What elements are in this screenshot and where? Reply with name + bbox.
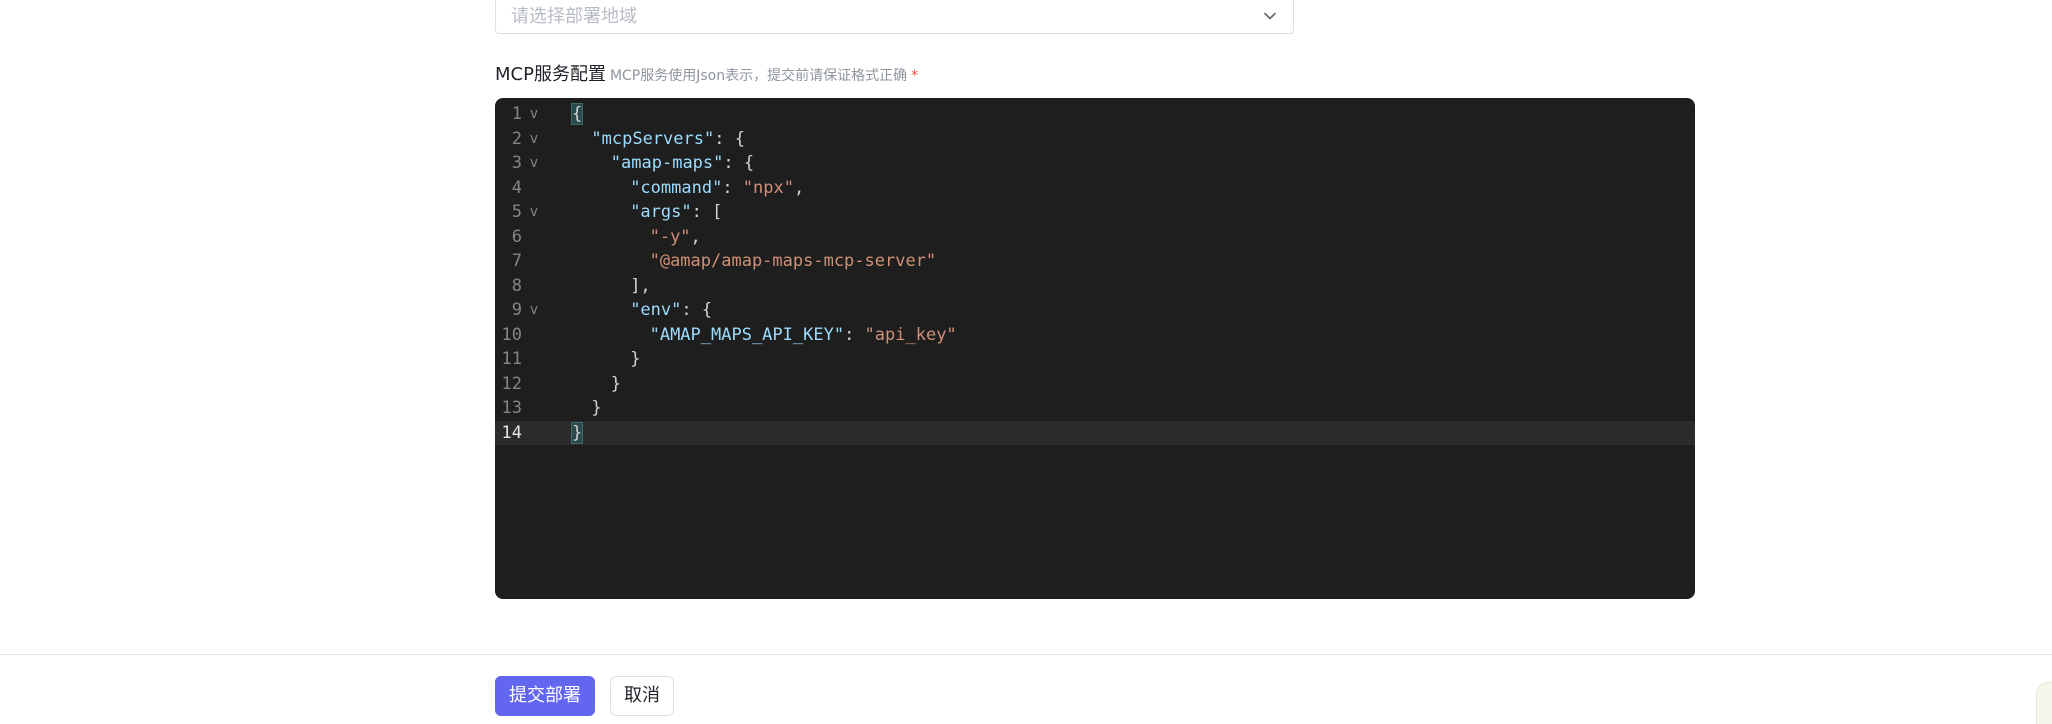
code-line[interactable]: 3 v "amap-maps": { (495, 151, 1695, 176)
code-token: : (844, 324, 865, 345)
line-number: 2 (511, 128, 522, 149)
code-token: "api_key" (864, 324, 957, 345)
code-text: } (611, 372, 621, 397)
region-select[interactable]: 请选择部署地域 (495, 0, 1294, 34)
line-number: 13 (501, 398, 522, 418)
code-line[interactable]: 7 "@amap/amap-maps-mcp-server" (495, 249, 1695, 274)
code-text: "AMAP_MAPS_API_KEY": "api_key" (650, 323, 957, 348)
footer-divider (0, 654, 2052, 655)
line-number: 5 (511, 202, 522, 222)
required-mark: * (911, 68, 919, 84)
code-line[interactable]: 5 v "args": [ (495, 200, 1695, 225)
code-line[interactable]: 11} (495, 347, 1695, 372)
code-token: : { (723, 153, 755, 173)
code-token: } (630, 349, 641, 369)
code-text: } (591, 396, 601, 421)
deploy-form-page: 请选择部署地域 MCP服务配置 MCP服务使用Json表示，提交前请保证格式正确 *… (0, 0, 2052, 724)
chevron-down-icon (1264, 12, 1276, 20)
code-line[interactable]: 10 "AMAP_MAPS_API_KEY": "api_key" (495, 323, 1695, 348)
code-text: "command": "npx", (630, 176, 804, 201)
mcp-config-title: MCP服务配置 (495, 64, 606, 85)
code-token: , (793, 177, 805, 198)
code-token: , (690, 226, 701, 247)
code-token: { (570, 103, 584, 125)
line-number: 8 (511, 275, 522, 296)
code-token: } (591, 398, 602, 418)
line-number: 7 (511, 251, 522, 271)
json-code-editor[interactable]: 1 v{2 v "mcpServers": {3 v "amap-maps": {4 "co… (495, 98, 1695, 599)
code-line[interactable]: 9 v "env": { (495, 298, 1695, 323)
code-line[interactable]: 12} (495, 372, 1695, 397)
line-number: 3 (511, 153, 522, 173)
line-number: 12 (501, 373, 522, 394)
code-text: "@amap/amap-maps-mcp-server" (650, 249, 937, 274)
code-line[interactable]: 8], (495, 274, 1695, 299)
code-token: ], (630, 275, 651, 296)
code-token: } (610, 373, 622, 394)
floating-assistant-widget[interactable] (2036, 682, 2052, 724)
code-text: ], (630, 274, 650, 299)
code-token: : { (681, 300, 713, 320)
line-number: 4 (511, 177, 522, 198)
code-text: "amap-maps": { (611, 151, 754, 176)
line-number: 10 (501, 324, 522, 345)
code-text: "mcpServers": { (591, 127, 745, 152)
code-line[interactable]: 6 "-y", (495, 225, 1695, 250)
code-line[interactable]: 1 v { (495, 102, 1695, 127)
line-number: 11 (501, 349, 522, 369)
code-token: "args" (630, 202, 692, 222)
code-token: "-y" (649, 226, 691, 247)
code-token: } (570, 421, 584, 444)
code-token: "command" (630, 177, 723, 198)
code-token: : (722, 177, 743, 198)
code-text: "args": [ (630, 200, 722, 225)
fold-toggle-icon[interactable]: v (527, 151, 541, 176)
mcp-config-label: MCP服务配置 MCP服务使用Json表示，提交前请保证格式正确 * (495, 62, 918, 88)
code-token: "amap-maps" (610, 153, 724, 173)
code-token: "env" (630, 300, 682, 320)
code-line[interactable]: 13} (495, 396, 1695, 421)
code-token: : { (714, 128, 745, 149)
code-text: } (630, 347, 640, 372)
code-text: } (570, 421, 584, 446)
code-token: "npx" (742, 177, 794, 198)
cancel-button[interactable]: 取消 (610, 676, 674, 716)
submit-deploy-button[interactable]: 提交部署 (495, 676, 595, 716)
mcp-config-hint: MCP服务使用Json表示，提交前请保证格式正确 (609, 68, 908, 84)
fold-toggle-icon[interactable]: v (527, 200, 541, 225)
code-line[interactable]: 2 v "mcpServers": { (495, 127, 1695, 152)
fold-toggle-icon[interactable]: v (527, 127, 541, 152)
line-number: 6 (511, 226, 522, 247)
fold-toggle-icon[interactable]: v (527, 102, 541, 127)
region-select-placeholder: 请选择部署地域 (511, 6, 637, 27)
code-line[interactable]: 14} (495, 420, 1695, 446)
fold-toggle-icon[interactable]: v (527, 298, 541, 323)
code-line[interactable]: 4 "command": "npx", (495, 176, 1695, 201)
code-token: "AMAP_MAPS_API_KEY" (649, 324, 845, 345)
line-number: 1 (511, 104, 522, 124)
code-text: { (570, 102, 584, 127)
code-token: : [ (691, 202, 723, 222)
code-token: "mcpServers" (591, 128, 715, 149)
line-number: 9 (511, 300, 522, 320)
code-text: "env": { (630, 298, 712, 323)
code-token: "@amap/amap-maps-mcp-server" (649, 251, 937, 271)
line-number: 14 (501, 422, 522, 443)
code-text: "-y", (650, 225, 701, 250)
